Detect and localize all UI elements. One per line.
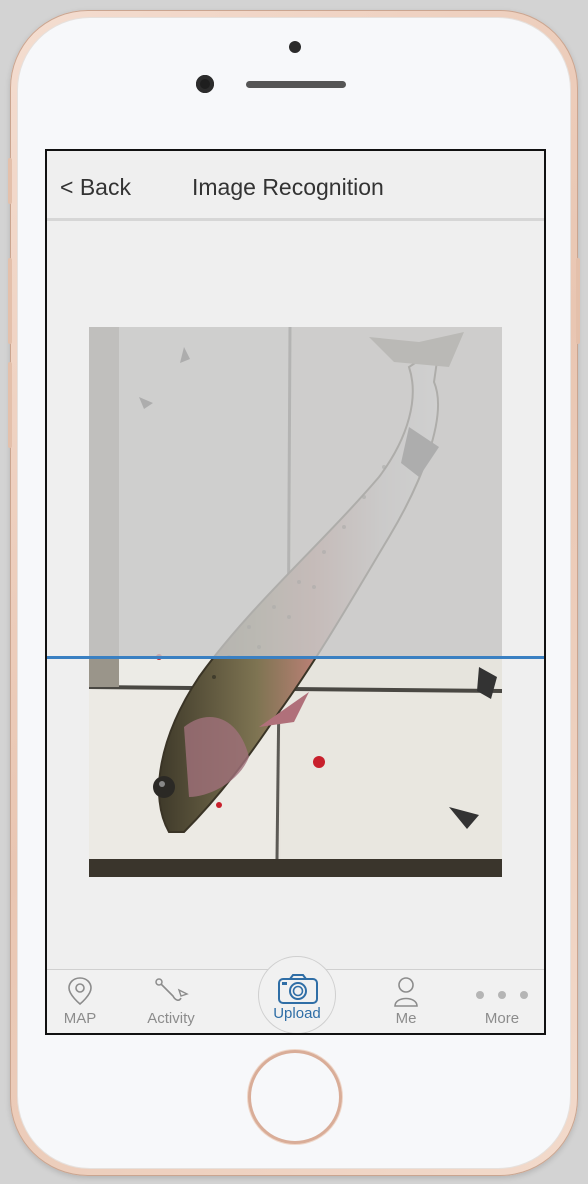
scan-line bbox=[47, 656, 544, 659]
tab-me-label: Me bbox=[395, 1010, 417, 1027]
tab-upload-label: Upload bbox=[273, 1005, 321, 1022]
navigation-bar: < Back Image Recognition bbox=[47, 151, 544, 221]
more-dots-icon bbox=[476, 991, 528, 999]
back-button[interactable]: < Back bbox=[60, 174, 131, 201]
power-button bbox=[576, 258, 580, 344]
proximity-sensor bbox=[289, 41, 301, 53]
tab-more-label: More bbox=[484, 1010, 520, 1027]
volume-up-button bbox=[8, 258, 12, 344]
tab-more[interactable]: More bbox=[457, 970, 544, 1033]
tab-me[interactable]: Me bbox=[361, 970, 451, 1033]
fishing-hook-icon bbox=[155, 978, 189, 1001]
home-button[interactable] bbox=[251, 1053, 339, 1141]
tab-map[interactable]: MAP bbox=[47, 970, 125, 1033]
front-camera bbox=[196, 75, 214, 93]
tab-activity[interactable]: Activity bbox=[126, 970, 216, 1033]
app-screen: < Back Image Recognition MAP Activity Up… bbox=[45, 149, 546, 1035]
earpiece-speaker bbox=[246, 81, 346, 88]
tab-activity-label: Activity bbox=[147, 1010, 195, 1027]
camera-icon bbox=[278, 974, 318, 1004]
recognition-area bbox=[47, 221, 544, 969]
person-icon bbox=[394, 977, 418, 1007]
mute-switch bbox=[8, 158, 12, 204]
page-title: Image Recognition bbox=[192, 174, 384, 200]
tab-bar: MAP Activity Upload Me More bbox=[47, 956, 544, 1033]
fish-photo bbox=[89, 327, 502, 877]
volume-down-button bbox=[8, 362, 12, 448]
scan-overlay bbox=[89, 327, 502, 657]
tab-upload[interactable]: Upload bbox=[258, 956, 336, 1033]
tab-map-label: MAP bbox=[63, 1010, 97, 1027]
map-pin-icon bbox=[68, 977, 92, 1006]
